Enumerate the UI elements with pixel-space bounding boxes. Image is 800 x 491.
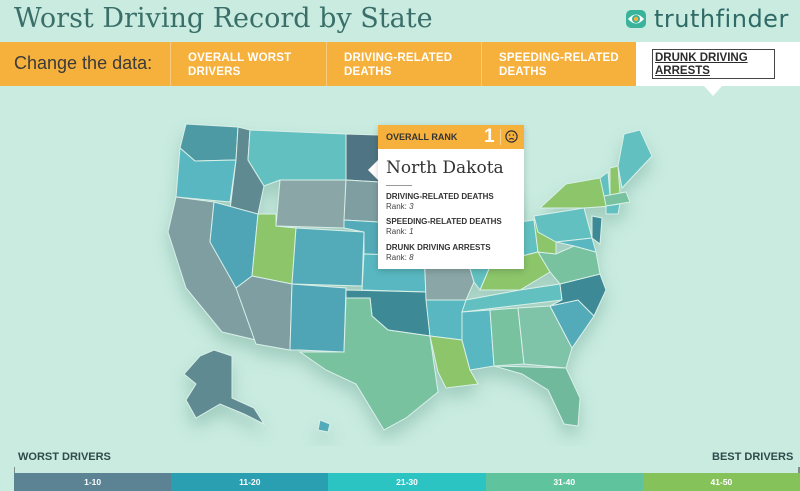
state-alaska[interactable] [183, 349, 266, 426]
state-new-mexico[interactable] [289, 283, 347, 353]
legend-bucket: 41-50 [642, 473, 800, 491]
data-selector-bar: Change the data: OVERALL WORST DRIVERS D… [0, 42, 800, 86]
page-title: Worst Driving Record by State [14, 3, 433, 34]
divider [386, 185, 412, 186]
sad-face-icon [505, 130, 518, 143]
state-hawaii[interactable] [317, 419, 331, 433]
tab-label-line1: SPEEDING-RELATED [499, 52, 619, 64]
state-colorado[interactable] [291, 227, 365, 287]
rank-label: Rank: [386, 253, 407, 262]
rank-label: Rank: [386, 227, 407, 236]
tab-overall-worst-drivers[interactable]: OVERALL WORST DRIVERS [170, 42, 326, 86]
tab-drunk-driving-arrests-active: DRUNK DRIVING ARRESTS [636, 42, 800, 86]
metric-rank: Rank: 8 [386, 253, 414, 262]
legend-bucket: 21-30 [328, 473, 486, 491]
state-montana[interactable] [247, 129, 347, 187]
metric-label: DRIVING-RELATED DEATHS [386, 192, 494, 201]
metric-label: DRUNK DRIVING ARRESTS [386, 243, 491, 252]
legend-bucket: 11-20 [171, 473, 329, 491]
state-florida[interactable] [493, 365, 581, 427]
metric-label: SPEEDING-RELATED DEATHS [386, 217, 502, 226]
header-bar: Worst Driving Record by State truthfinde… [0, 0, 800, 42]
tooltip-pointer [368, 160, 378, 180]
legend-bucket: 31-40 [485, 473, 643, 491]
tab-label-line1: DRUNK DRIVING [655, 52, 748, 64]
overall-rank-label: OVERALL RANK [386, 132, 458, 142]
state-connecticut[interactable] [605, 203, 621, 215]
tab-label-line2: DEATHS [499, 66, 547, 78]
metric-rank: Rank: 1 [386, 227, 414, 236]
active-tab-pointer [704, 86, 722, 96]
tab-label-line2: DEATHS [344, 66, 392, 78]
legend-bucket: 1-10 [14, 473, 172, 491]
state-wyoming[interactable] [275, 179, 347, 229]
legend-worst-label: WORST DRIVERS [18, 451, 111, 463]
overall-rank-value: 1 [484, 126, 495, 147]
state-arizona[interactable] [235, 275, 293, 351]
rank-value: 1 [409, 227, 414, 236]
state-arkansas[interactable] [425, 299, 467, 341]
state-tooltip: OVERALL RANK 1 North Dakota DRIVING-RELA… [378, 125, 524, 269]
tab-label-line2: DRIVERS [188, 66, 241, 78]
state-maine[interactable] [617, 129, 653, 190]
state-new-jersey[interactable] [591, 215, 603, 245]
tab-drunk-driving-arrests[interactable]: DRUNK DRIVING ARRESTS [652, 49, 775, 79]
legend-color-scale: 1-10 11-20 21-30 31-40 41-50 [14, 473, 800, 491]
tab-driving-related-deaths[interactable]: DRIVING-RELATED DEATHS [326, 42, 481, 86]
tab-label-line1: DRIVING-RELATED [344, 52, 453, 64]
rank-label: Rank: [386, 202, 407, 211]
metric-rank: Rank: 3 [386, 202, 414, 211]
tooltip-state-name: North Dakota [386, 158, 504, 178]
tab-speeding-related-deaths[interactable]: SPEEDING-RELATED DEATHS [481, 42, 636, 86]
legend-best-label: BEST DRIVERS [712, 451, 794, 463]
header-divider [500, 129, 501, 145]
tab-label-line2: ARRESTS [655, 65, 710, 77]
brand-name: truthfinder [654, 5, 789, 33]
tooltip-header: OVERALL RANK 1 [378, 125, 524, 149]
change-data-label: Change the data: [14, 53, 153, 73]
rank-value: 8 [409, 253, 414, 262]
rank-value: 3 [409, 202, 414, 211]
truthfinder-logo-icon [624, 7, 648, 31]
truthfinder-logo[interactable]: truthfinder [624, 4, 789, 34]
tab-label-line1: OVERALL WORST [188, 52, 292, 64]
